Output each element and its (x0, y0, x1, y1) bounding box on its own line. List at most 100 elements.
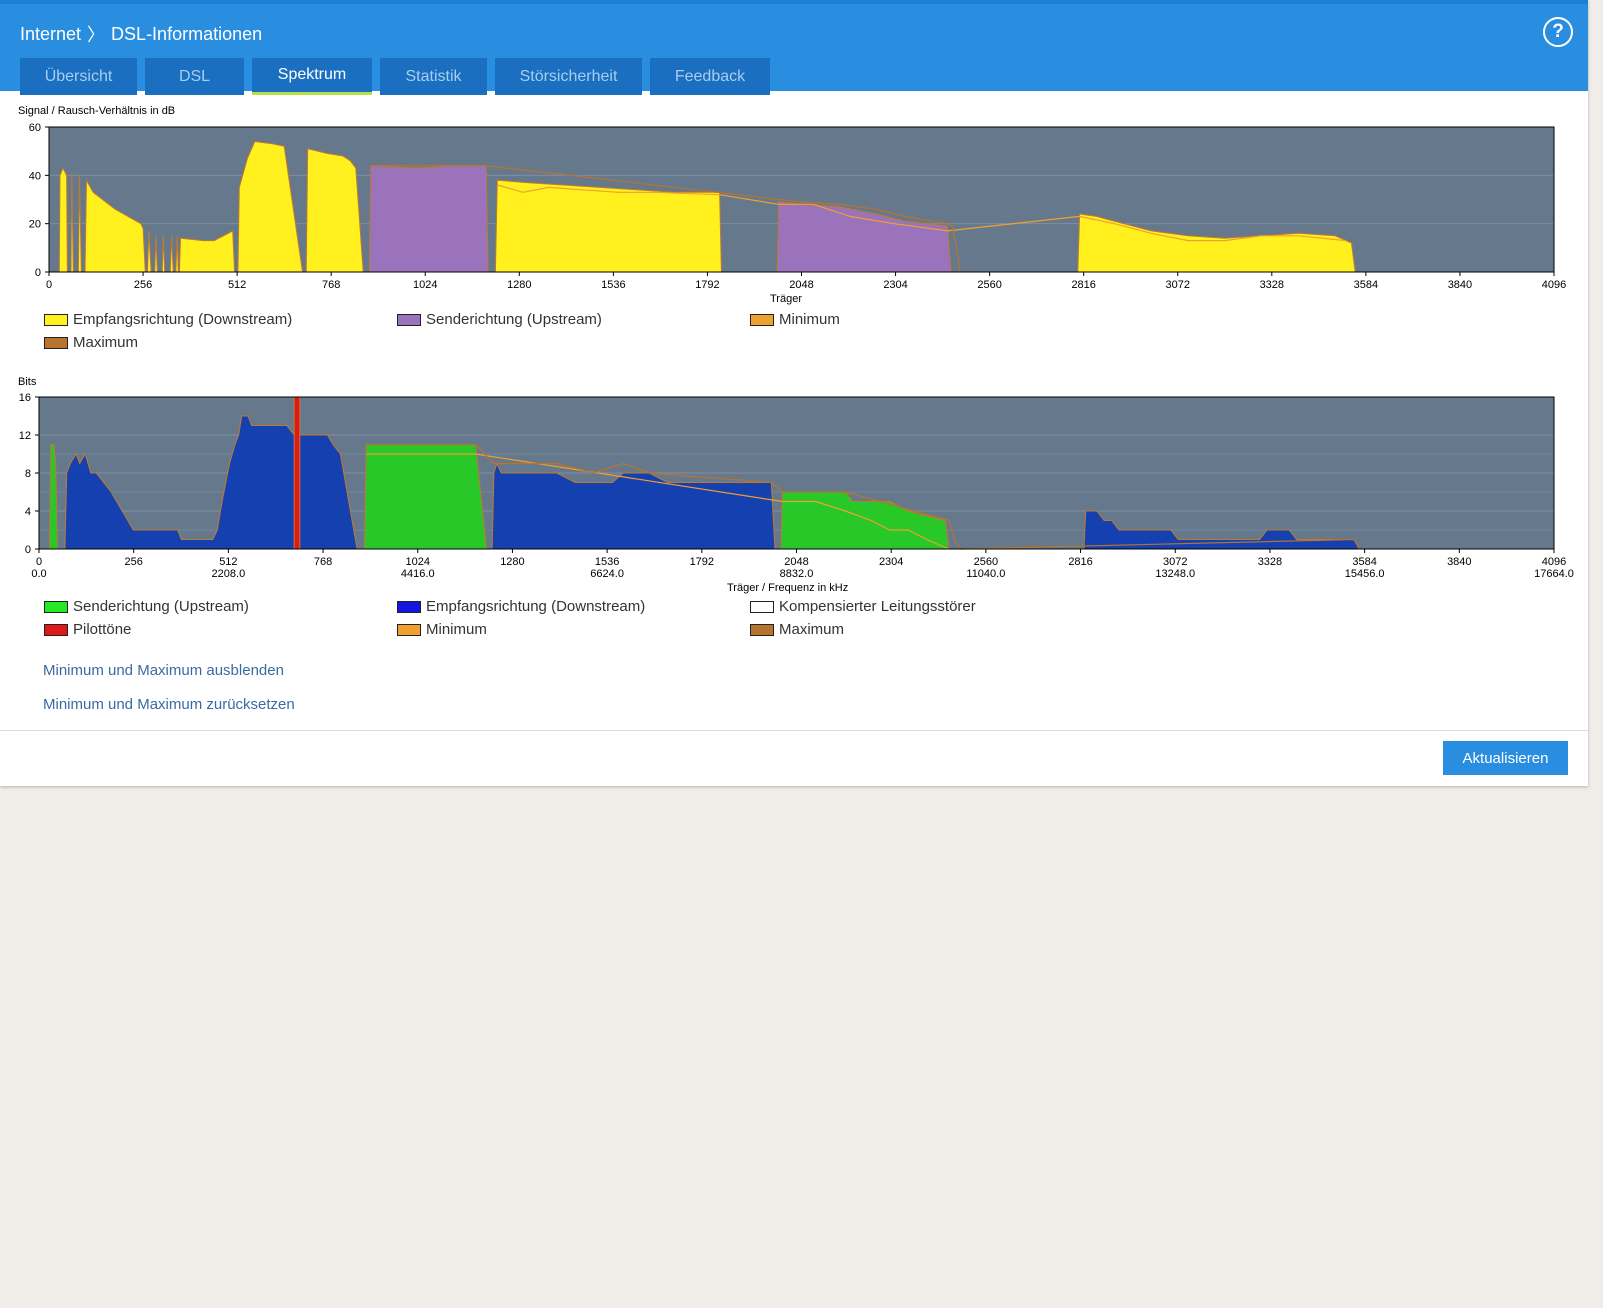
x-tick-label: 0 (36, 556, 42, 568)
legend-label: Kompensierter Leitungsstörer (779, 598, 976, 615)
legend-label: Senderichtung (Upstream) (73, 598, 249, 615)
legend-swatch-downstream (397, 600, 421, 613)
legend-label: Empfangsrichtung (Downstream) (426, 598, 646, 615)
legend-item: Senderichtung (Upstream) (44, 598, 249, 615)
bits-chart: 0 4 8 12 16 0 256 512 768 1024 1280 1536 1792 2048 230… (19, 392, 1574, 580)
freq-tick-label: 11040.0 (966, 568, 1005, 580)
tab-uebersicht[interactable]: Übersicht (20, 58, 137, 95)
legend-label: Senderichtung (Upstream) (426, 311, 602, 328)
freq-tick-label: 4416.0 (401, 568, 435, 580)
tab-stoersicherheit[interactable]: Störsicherheit (495, 58, 642, 95)
legend-label: Minimum (779, 311, 840, 328)
main-panel: Internet 〉 DSL-Informationen ? Übersicht… (0, 0, 1588, 786)
x-tick-label: 512 (219, 556, 237, 568)
refresh-button[interactable]: Aktualisieren (1443, 741, 1568, 775)
x-tick-label: 3584 (1354, 279, 1378, 291)
x-tick-label: 1280 (507, 279, 531, 291)
y-tick-label: 12 (19, 430, 31, 442)
freq-tick-label: 2208.0 (212, 568, 246, 580)
x-tick-label: 1024 (413, 279, 437, 291)
x-tick-label: 2048 (784, 556, 808, 568)
legend-swatch-minimum (397, 623, 421, 636)
y-tick-label: 4 (25, 506, 31, 518)
legend-item: Minimum (397, 621, 487, 638)
chart1-title: Signal / Rausch-Verhältnis in dB (18, 105, 176, 117)
legend-swatch-downstream (44, 313, 68, 326)
legend-label: Pilottöne (73, 621, 132, 638)
chart2-title: Bits (18, 376, 37, 388)
tab-bar: Übersicht DSL Spektrum Statistik Störsic… (20, 58, 770, 95)
legend-swatch-maximum (750, 623, 774, 636)
x-tick-label: 3328 (1258, 556, 1282, 568)
x-tick-label: 2048 (789, 279, 813, 291)
legend-label: Minimum (426, 621, 487, 638)
chart1-xlabel: Träger (770, 293, 802, 305)
legend-item: Maximum (750, 621, 844, 638)
legend-item: Minimum (750, 311, 840, 328)
legend-label: Maximum (779, 621, 845, 638)
series-area (293, 396, 301, 550)
x-tick-label: 512 (228, 279, 246, 291)
x-tick-label: 3840 (1447, 556, 1471, 568)
x-tick-label: 1536 (595, 556, 619, 568)
x-tick-label: 2304 (883, 279, 907, 291)
chevron-right-icon: 〉 (87, 25, 106, 45)
x-tick-label: 3328 (1260, 279, 1284, 291)
snr-chart: 0 20 40 60 0 256 512 768 1024 1280 1536 1792 2048 230… (29, 122, 1566, 291)
y-tick-label: 0 (35, 267, 41, 279)
legend-swatch-minimum (750, 313, 774, 326)
freq-tick-label: 17664.0 (1534, 568, 1574, 580)
x-tick-label: 2816 (1068, 556, 1092, 568)
x-tick-label: 3072 (1166, 279, 1190, 291)
y-tick-label: 0 (25, 544, 31, 556)
legend-item: Maximum (44, 334, 138, 351)
x-tick-label: 4096 (1542, 556, 1566, 568)
breadcrumb: Internet 〉 DSL-Informationen (20, 21, 262, 47)
breadcrumb-current: DSL-Informationen (111, 23, 263, 44)
freq-tick-label: 13248.0 (1155, 568, 1195, 580)
y-tick-label: 8 (25, 468, 31, 480)
legend-label: Empfangsrichtung (Downstream) (73, 311, 293, 328)
legend-swatch-upstream (397, 313, 421, 326)
y-tick-label: 16 (19, 392, 31, 404)
x-tick-label: 3584 (1352, 556, 1376, 568)
reset-minmax-link[interactable]: Minimum und Maximum zurücksetzen (43, 696, 295, 713)
freq-tick-label: 0.0 (31, 568, 46, 580)
legend-swatch-pilot (44, 623, 68, 636)
tab-statistik[interactable]: Statistik (380, 58, 487, 95)
legend-swatch-upstream (44, 600, 68, 613)
tab-dsl[interactable]: DSL (145, 58, 244, 95)
y-tick-label: 40 (29, 170, 41, 182)
divider (0, 730, 1588, 731)
x-tick-label: 3840 (1448, 279, 1472, 291)
x-tick-label: 2560 (977, 279, 1001, 291)
help-icon[interactable]: ? (1543, 17, 1573, 47)
x-tick-label: 2304 (879, 556, 903, 568)
breadcrumb-parent[interactable]: Internet (20, 24, 81, 45)
x-tick-label: 1536 (601, 279, 625, 291)
x-tick-label: 256 (134, 279, 152, 291)
freq-tick-label: 6624.0 (590, 568, 624, 580)
legend-item: Pilottöne (44, 621, 131, 638)
x-tick-label: 768 (314, 556, 332, 568)
x-tick-label: 2560 (974, 556, 998, 568)
x-tick-label: 1280 (500, 556, 524, 568)
tab-feedback[interactable]: Feedback (650, 58, 770, 95)
chart2-xlabel: Träger / Frequenz in kHz (727, 582, 849, 594)
hide-minmax-link[interactable]: Minimum und Maximum ausblenden (43, 662, 284, 679)
x-tick-label: 4096 (1542, 279, 1566, 291)
legend-item: Senderichtung (Upstream) (397, 311, 602, 328)
x-tick-label: 1024 (406, 556, 430, 568)
x-tick-label: 1792 (690, 556, 714, 568)
x-tick-label: 2816 (1071, 279, 1095, 291)
legend-item: Kompensierter Leitungsstörer (750, 598, 976, 615)
x-tick-label: 0 (46, 279, 52, 291)
legend-label: Maximum (73, 334, 139, 351)
tab-spektrum[interactable]: Spektrum (252, 58, 372, 95)
x-tick-label: 3072 (1163, 556, 1187, 568)
freq-tick-label: 15456.0 (1345, 568, 1385, 580)
legend-swatch-compensated (750, 600, 774, 613)
header-bar: Internet 〉 DSL-Informationen ? Übersicht… (0, 0, 1588, 95)
y-tick-label: 20 (29, 219, 41, 231)
freq-tick-label: 8832.0 (780, 568, 814, 580)
